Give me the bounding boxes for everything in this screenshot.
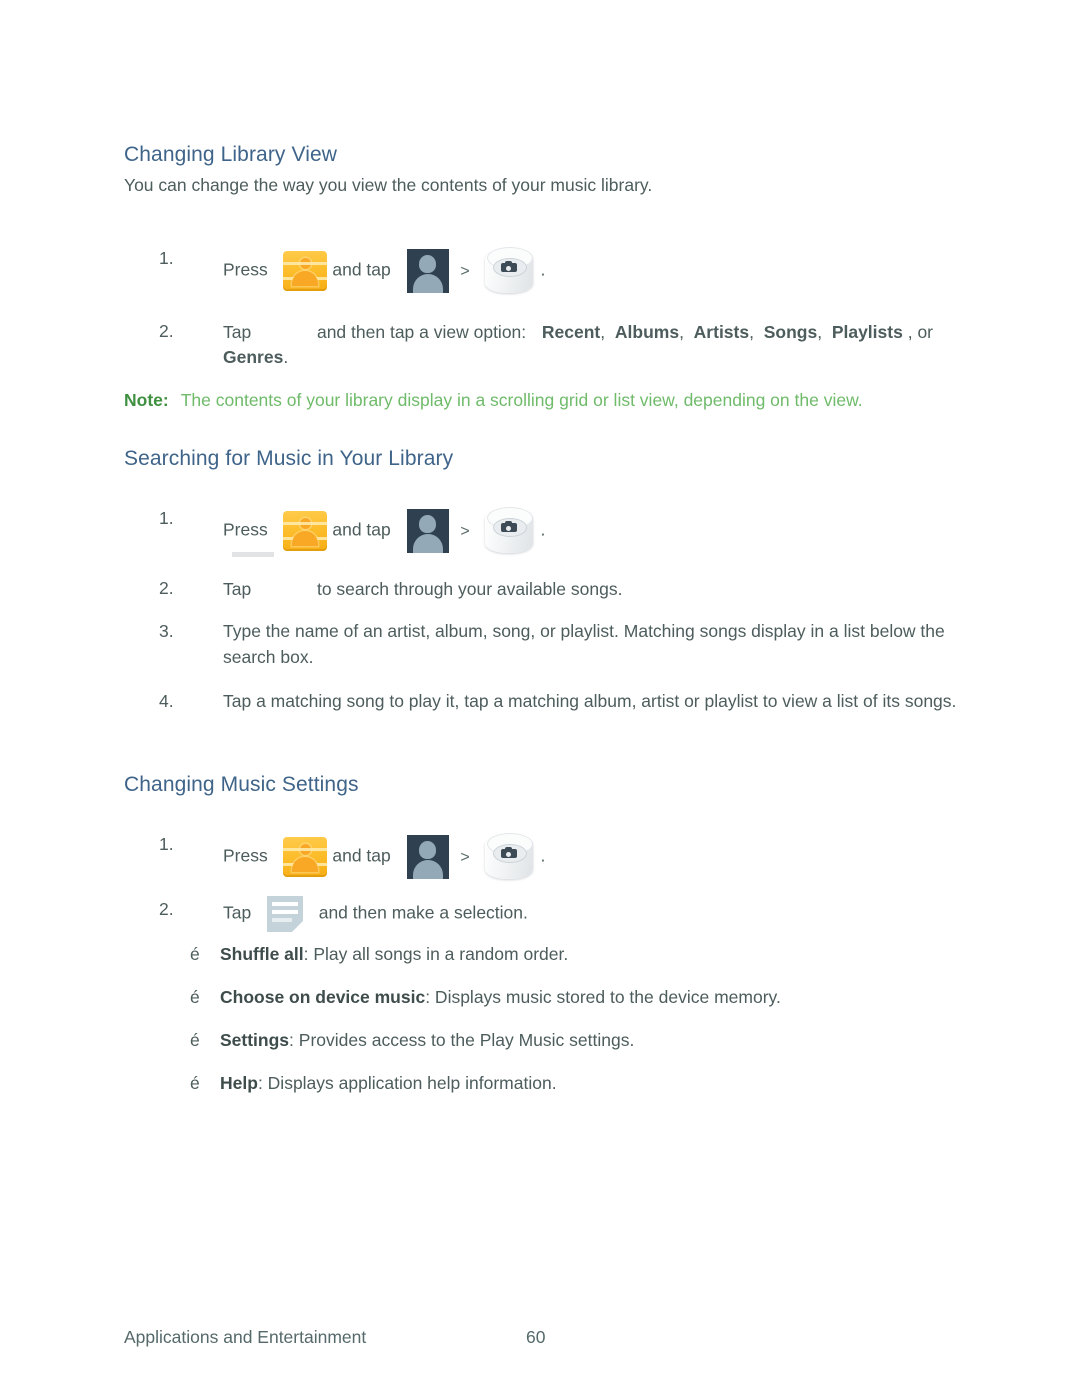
step-text-press: Press <box>223 845 268 866</box>
view-option-songs: Songs <box>763 322 818 342</box>
bullet-marker-icon: é <box>190 1073 200 1093</box>
step-text-press: Press <box>223 259 268 280</box>
person-avatar-icon[interactable] <box>406 509 449 553</box>
step-1-music-settings: 1. Press and tap > . <box>159 831 959 883</box>
view-option-recent: Recent <box>541 322 601 342</box>
step-text-and-tap: and tap <box>332 259 391 280</box>
step-number: 1. <box>159 508 174 528</box>
bullet-term: Shuffle all <box>220 944 304 964</box>
step-text-make-selection: and then make a selection. <box>318 902 528 923</box>
note-text: The contents of your library display in … <box>180 390 863 410</box>
missing-inline-icon-placeholder <box>256 575 312 595</box>
bullet-settings: é Settings: Provides access to the Play M… <box>190 1027 634 1053</box>
bullet-marker-icon: é <box>190 944 200 964</box>
view-option-playlists: Playlists <box>831 322 903 342</box>
bullet-marker-icon: é <box>190 1030 200 1050</box>
step-1-library-view: 1. Press and tap > . <box>159 245 959 297</box>
home-key-icon[interactable] <box>283 251 328 291</box>
step-text-and-tap: and tap <box>332 845 391 866</box>
home-key-icon[interactable] <box>283 511 328 551</box>
step-text: Type the name of an artist, album, song,… <box>223 621 945 667</box>
document-page: Changing Library View You can change the… <box>0 0 1080 1397</box>
step-number: 3. <box>159 621 174 641</box>
step-number: 1. <box>159 248 174 268</box>
step-number: 4. <box>159 691 174 711</box>
step-2-library-view: 2. Tap and then tap a view option: Recen… <box>159 318 989 345</box>
step-text-period: . <box>540 845 546 866</box>
bullet-term: Settings <box>220 1030 290 1050</box>
step-text-tap: Tap <box>223 902 252 923</box>
chevron-right-icon: > <box>460 522 470 540</box>
step-2-searching: 2. Tap to search through your available … <box>159 575 989 602</box>
heading-changing-library-view: Changing Library View <box>124 143 338 167</box>
bullet-shuffle-all: é Shuffle all: Play all songs in a random… <box>190 941 568 967</box>
step-1-searching: 1. Press and tap > . <box>159 505 959 557</box>
step-text-period: . <box>540 519 546 540</box>
view-option-albums: Albums <box>614 322 680 342</box>
intro-paragraph-library-view: You can change the way you view the cont… <box>124 175 653 195</box>
bullet-choose-on-device-music: é Choose on device music: Displays music … <box>190 984 781 1010</box>
step-number: 2. <box>159 578 174 598</box>
step-number: 1. <box>159 834 174 854</box>
person-avatar-icon[interactable] <box>406 835 449 879</box>
play-music-disc-icon[interactable] <box>482 831 536 883</box>
step-text: Tap a matching song to play it, tap a ma… <box>223 691 957 711</box>
grey-rule-artifact <box>232 552 274 557</box>
heading-searching-for-music: Searching for Music in Your Library <box>124 447 454 471</box>
play-music-disc-icon[interactable] <box>482 245 536 297</box>
menu-list-icon[interactable] <box>266 896 303 932</box>
note-label: Note: <box>124 390 169 410</box>
play-music-disc-icon[interactable] <box>482 505 536 557</box>
view-option-genres-tail: . <box>283 347 289 367</box>
bullet-term: Choose on device music <box>220 987 426 1007</box>
step-text-and-tap: and tap <box>332 519 391 540</box>
footer-section-title: Applications and Entertainment <box>124 1327 367 1347</box>
bullet-description: : Provides access to the Play Music sett… <box>289 1030 635 1050</box>
person-avatar-icon[interactable] <box>406 249 449 293</box>
chevron-right-icon: > <box>460 848 470 866</box>
chevron-right-icon: > <box>460 262 470 280</box>
step-3-searching: 3. Type the name of an artist, album, so… <box>159 618 959 670</box>
step-number: 2. <box>159 321 174 341</box>
bullet-marker-icon: é <box>190 987 200 1007</box>
heading-changing-music-settings: Changing Music Settings <box>124 773 359 797</box>
step-number: 2. <box>159 899 174 919</box>
step-2-library-view-line2: Genres. <box>223 344 288 370</box>
bullet-description: : Displays application help information. <box>257 1073 557 1093</box>
bullet-description: : Play all songs in a random order. <box>303 944 569 964</box>
step-text-period: . <box>540 259 546 280</box>
note-library-view: Note: The contents of your library displa… <box>124 387 863 413</box>
bullet-term: Help <box>220 1073 258 1093</box>
view-option-genres: Genres <box>223 347 284 367</box>
step-text-press: Press <box>223 519 268 540</box>
step-text-tap: Tap <box>223 579 252 599</box>
step-2-music-settings: 2. Tap and then make a selection. <box>159 896 959 932</box>
view-option-artists: Artists <box>693 322 750 342</box>
view-options-tail: , or <box>907 322 934 342</box>
footer-page-number: 60 <box>526 1327 546 1347</box>
step-text-search-songs: to search through your available songs. <box>316 579 623 599</box>
bullet-help: é Help: Displays application help informa… <box>190 1070 557 1096</box>
step-4-searching: 4. Tap a matching song to play it, tap a… <box>159 688 959 714</box>
home-key-icon[interactable] <box>283 837 328 877</box>
step-text-tap: Tap <box>223 322 252 342</box>
step-text-view-option: and then tap a view option: <box>316 322 527 342</box>
bullet-description: : Displays music stored to the device me… <box>425 987 781 1007</box>
missing-inline-icon-placeholder <box>256 318 312 338</box>
